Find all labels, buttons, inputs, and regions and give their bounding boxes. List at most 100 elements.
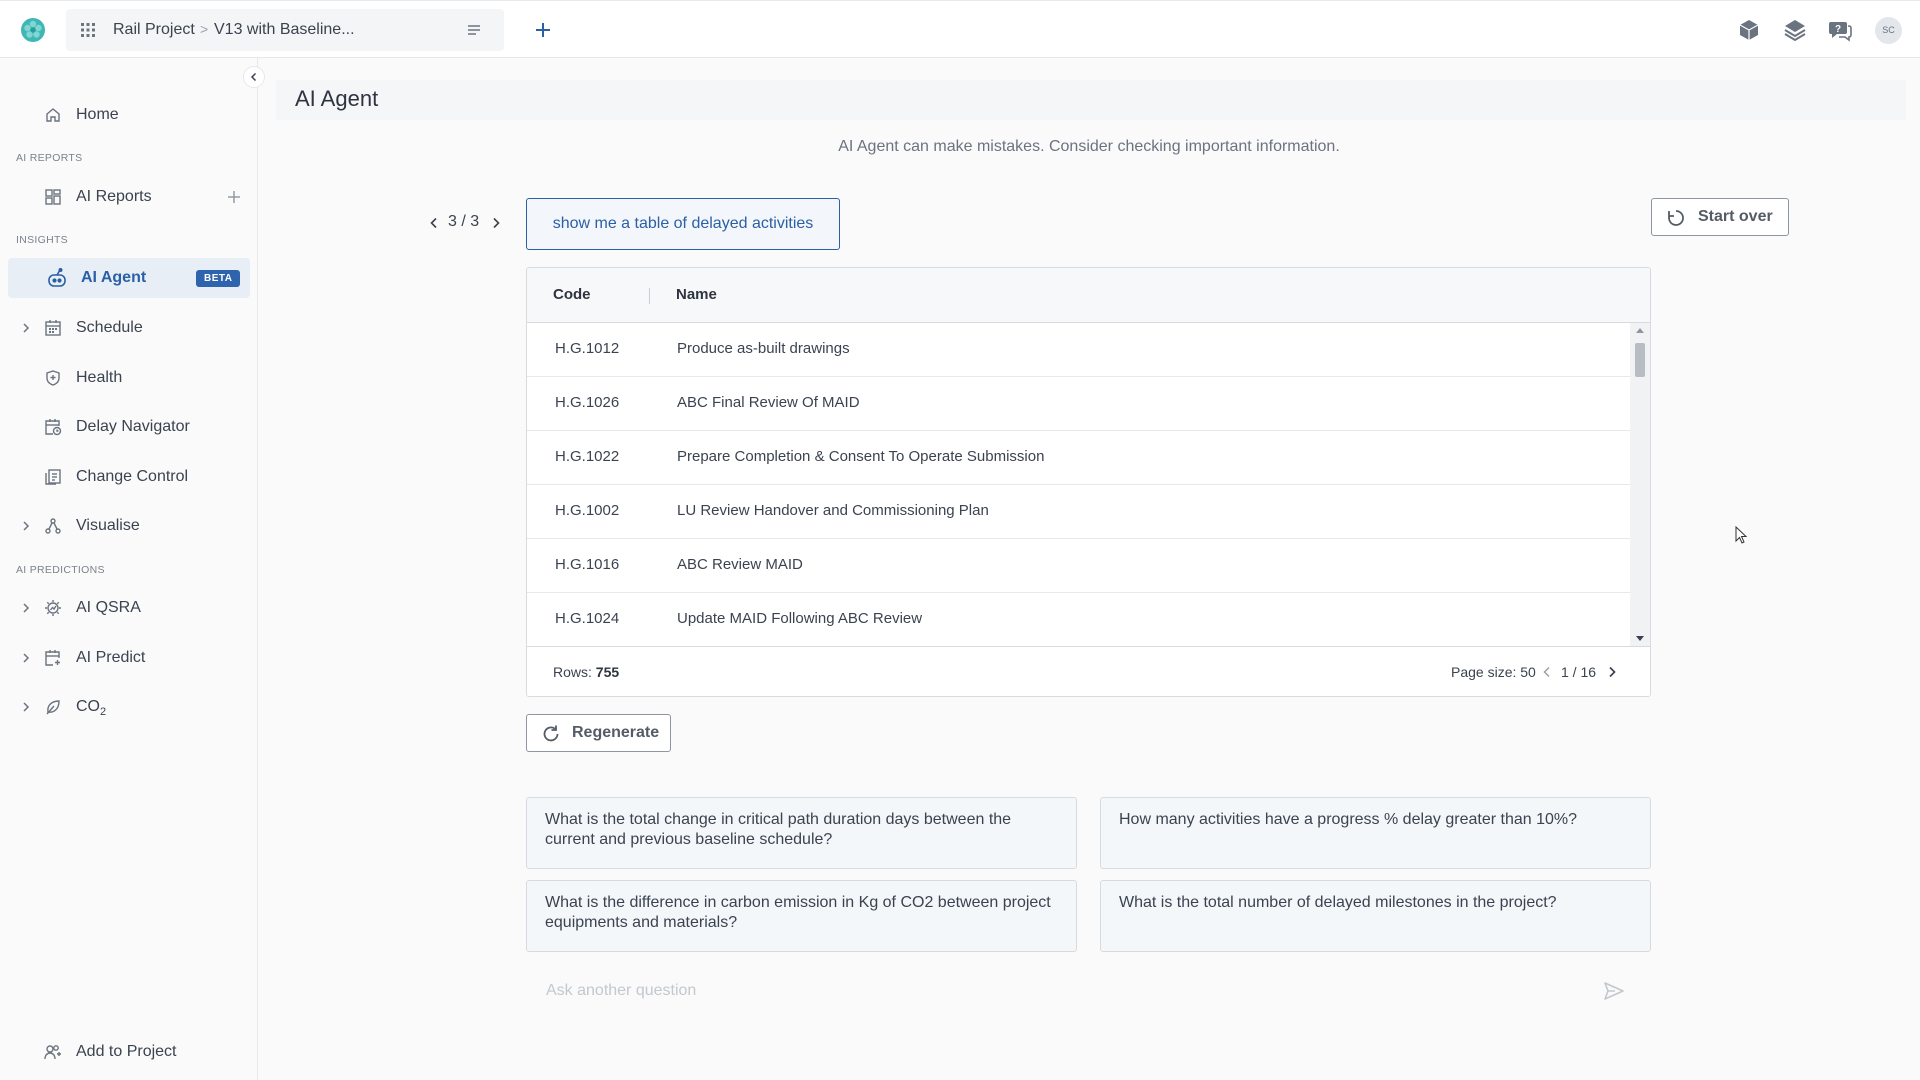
sidebar-item-add-to-project[interactable]: Add to Project	[8, 1032, 250, 1072]
breadcrumb[interactable]: Rail Project > V13 with Baseline...	[66, 9, 504, 51]
chevron-right-icon[interactable]	[20, 701, 32, 713]
svg-text:?: ?	[1835, 24, 1841, 35]
cell-code: H.G.1012	[555, 340, 620, 357]
sidebar-item-visualise[interactable]: Visualise	[8, 506, 250, 546]
sidebar-item-label: CO2	[76, 698, 107, 719]
cell-code: H.G.1002	[555, 502, 620, 519]
scroll-down-icon[interactable]	[1636, 636, 1644, 642]
chevron-right-icon[interactable]	[20, 322, 32, 334]
sidebar-item-label: Schedule	[76, 319, 143, 336]
sidebar-item-label: Home	[76, 106, 119, 123]
add-report-icon[interactable]	[226, 189, 242, 205]
cell-name: ABC Review MAID	[677, 556, 803, 573]
sidebar: Home AI REPORTS AI Reports INSIGHTS AI A…	[0, 58, 258, 1080]
sidebar-item-label: Add to Project	[76, 1043, 177, 1060]
row-count: Rows: 755	[553, 664, 620, 680]
breadcrumb-project[interactable]: Rail Project	[113, 21, 195, 39]
sidebar-item-change-control[interactable]: Change Control	[8, 457, 250, 497]
cell-name: Update MAID Following ABC Review	[677, 610, 923, 627]
app-logo-icon[interactable]	[19, 16, 47, 44]
chevron-right-icon[interactable]	[1607, 666, 1617, 678]
sidebar-item-ai-qsra[interactable]: AI QSRA	[8, 588, 250, 628]
chevron-left-icon[interactable]	[1542, 666, 1552, 678]
page-header	[276, 80, 1906, 120]
calendar-clock-icon	[45, 419, 62, 436]
chevron-right-icon[interactable]	[20, 602, 32, 614]
network-icon	[45, 518, 61, 534]
column-header-name[interactable]: Name	[676, 286, 717, 303]
cell-code: H.G.1022	[555, 448, 620, 465]
refresh-icon	[543, 725, 559, 742]
cell-name: ABC Final Review Of MAID	[677, 394, 860, 411]
avatar[interactable]: SC	[1875, 17, 1902, 44]
send-icon[interactable]	[1603, 981, 1625, 1001]
chevron-right-icon[interactable]	[20, 652, 32, 664]
table-row[interactable]: H.G.1016 ABC Review MAID	[527, 539, 1631, 593]
sidebar-item-schedule[interactable]: Schedule	[8, 308, 250, 348]
cell-code: H.G.1024	[555, 610, 620, 627]
home-icon	[46, 108, 60, 122]
regenerate-button[interactable]: Regenerate	[526, 714, 671, 752]
table-row[interactable]: H.G.1002 LU Review Handover and Commissio…	[527, 485, 1631, 539]
suggestion-card[interactable]: How many activities have a progress % de…	[1100, 797, 1651, 869]
gear-chart-icon	[45, 600, 61, 616]
robot-icon	[48, 268, 66, 287]
sidebar-item-delay-navigator[interactable]: Delay Navigator	[8, 407, 250, 447]
sidebar-item-ai-agent[interactable]: AI Agent BETA	[8, 258, 250, 298]
chevron-left-icon[interactable]	[428, 217, 440, 229]
mouse-cursor-icon	[1735, 526, 1748, 544]
table-scrollbar[interactable]	[1630, 323, 1650, 646]
table-footer: Rows: 755 Page size: 50 1 / 16	[527, 646, 1650, 696]
grid-icon[interactable]	[80, 22, 96, 38]
suggestion-card[interactable]: What is the difference in carbon emissio…	[526, 880, 1077, 952]
section-insights: INSIGHTS	[16, 234, 68, 246]
plus-icon[interactable]	[532, 19, 554, 41]
page-indicator: 1 / 16	[1561, 664, 1597, 680]
sidebar-item-ai-predict[interactable]: AI Predict	[8, 638, 250, 678]
suggestion-card[interactable]: What is the total change in critical pat…	[526, 797, 1077, 869]
sidebar-item-co2[interactable]: CO2	[8, 687, 250, 727]
scrollbar-thumb[interactable]	[1635, 343, 1645, 377]
results-table: Code Name H.G.1012 Produce as-built drawi…	[526, 267, 1651, 697]
cube-icon[interactable]	[1736, 17, 1762, 43]
layers-icon[interactable]	[1782, 17, 1808, 43]
ask-input[interactable]	[526, 968, 1651, 1014]
sidebar-item-health[interactable]: Health	[8, 358, 250, 398]
column-header-code[interactable]: Code	[553, 286, 591, 303]
sidebar-item-home[interactable]: Home	[8, 95, 250, 135]
section-ai-predictions: AI PREDICTIONS	[16, 564, 105, 576]
user-query[interactable]: show me a table of delayed activities	[526, 198, 840, 250]
table-row[interactable]: H.G.1012 Produce as-built drawings	[527, 323, 1631, 377]
cell-code: H.G.1016	[555, 556, 620, 573]
table-row[interactable]: H.G.1022 Prepare Completion & Consent To …	[527, 431, 1631, 485]
ask-bar	[526, 968, 1651, 1014]
start-over-button[interactable]: Start over	[1651, 198, 1789, 236]
cell-name: Produce as-built drawings	[677, 340, 850, 357]
sidebar-item-label: AI Predict	[76, 649, 146, 666]
chevron-right-icon[interactable]	[490, 217, 502, 229]
refresh-icon	[1668, 210, 1684, 226]
collapse-sidebar-button[interactable]	[243, 66, 265, 88]
hamburger-icon[interactable]	[466, 22, 482, 38]
chevron-left-icon	[250, 72, 257, 82]
sidebar-item-label: AI Agent	[81, 269, 147, 286]
sidebar-item-label: Health	[76, 369, 123, 386]
page-size[interactable]: Page size: 50	[1451, 664, 1536, 680]
breadcrumb-version[interactable]: V13 with Baseline...	[214, 21, 355, 39]
add-user-icon	[44, 1045, 61, 1060]
leaf-icon	[46, 700, 60, 715]
chat-help-icon[interactable]: ?	[1827, 17, 1853, 43]
sidebar-item-ai-reports[interactable]: AI Reports	[8, 177, 250, 217]
scroll-up-icon[interactable]	[1636, 327, 1644, 333]
calendar-icon	[45, 320, 61, 336]
sidebar-item-label: Visualise	[76, 517, 140, 534]
suggestion-card[interactable]: What is the total number of delayed mile…	[1100, 880, 1651, 952]
chevron-right-icon[interactable]	[20, 520, 32, 532]
table-row[interactable]: H.G.1024 Update MAID Following ABC Review	[527, 593, 1631, 646]
dashboard-icon	[45, 189, 61, 205]
column-resizer[interactable]	[649, 288, 650, 304]
breadcrumb-separator: >	[200, 21, 209, 37]
table-row[interactable]: H.G.1026 ABC Final Review Of MAID	[527, 377, 1631, 431]
table-body: H.G.1012 Produce as-built drawings H.G.10…	[527, 323, 1631, 646]
sidebar-item-label: Delay Navigator	[76, 418, 190, 435]
